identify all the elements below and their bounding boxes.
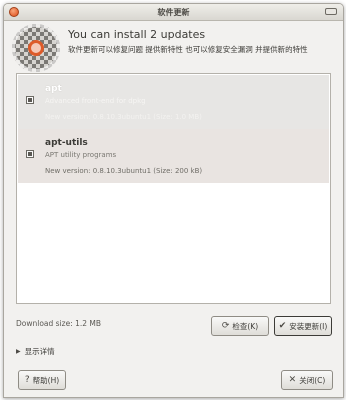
update-row-apt[interactable]: apt Advanced front-end for dpkg New vers… [18,75,329,129]
window-title: 软件更新 [157,8,190,17]
update-checkbox[interactable] [26,96,34,104]
install-icon: ✔ [278,320,287,331]
ubuntu-logo-icon [28,40,44,56]
maximize-icon[interactable] [325,8,337,15]
package-description: Advanced front-end for dpkg [45,97,146,105]
update-manager-window: 软件更新 You can install 2 updates 软件更新可以修复问… [3,3,344,398]
check-button-label: 检查(K) [232,321,259,331]
package-description: APT utility programs [45,151,117,159]
download-size: Download size: 1.2 MB [16,319,102,328]
triangle-right-icon: ▶ [16,348,21,355]
title-bar[interactable]: 软件更新 [4,4,343,21]
updates-list[interactable]: apt Advanced front-end for dpkg New vers… [16,73,331,304]
details-label: 显示详情 [24,347,55,356]
package-name: apt [45,84,62,94]
updates-subheading: 软件更新可以修复问题 提供新特性 也可以修复安全漏洞 并提供新的特性 [68,45,308,54]
details-expander[interactable]: ▶ 显示详情 [16,346,55,357]
close-button[interactable]: ✕ 关闭(C) [281,370,333,390]
help-icon: ? [24,374,30,385]
help-button[interactable]: ? 帮助(H) [18,370,66,390]
refresh-icon: ⟳ [221,320,230,331]
install-updates-button[interactable]: ✔ 安装更新(I) [274,316,332,336]
package-version: New version: 0.8.10.3ubuntu1 (Size: 1.0 … [45,113,202,121]
package-name: apt-utils [45,138,88,148]
install-button-label: 安装更新(I) [289,321,328,331]
help-button-label: 帮助(H) [32,375,60,385]
updates-heading: You can install 2 updates [68,28,206,41]
check-button[interactable]: ⟳ 检查(K) [211,316,269,336]
package-version: New version: 0.8.10.3ubuntu1 (Size: 200 … [45,167,203,175]
close-x-icon: ✕ [288,374,297,385]
update-row-apt-utils[interactable]: apt-utils APT utility programs New versi… [18,129,329,183]
update-manager-icon [12,24,60,72]
close-button-label: 关闭(C) [299,375,326,385]
update-checkbox[interactable] [26,150,34,158]
